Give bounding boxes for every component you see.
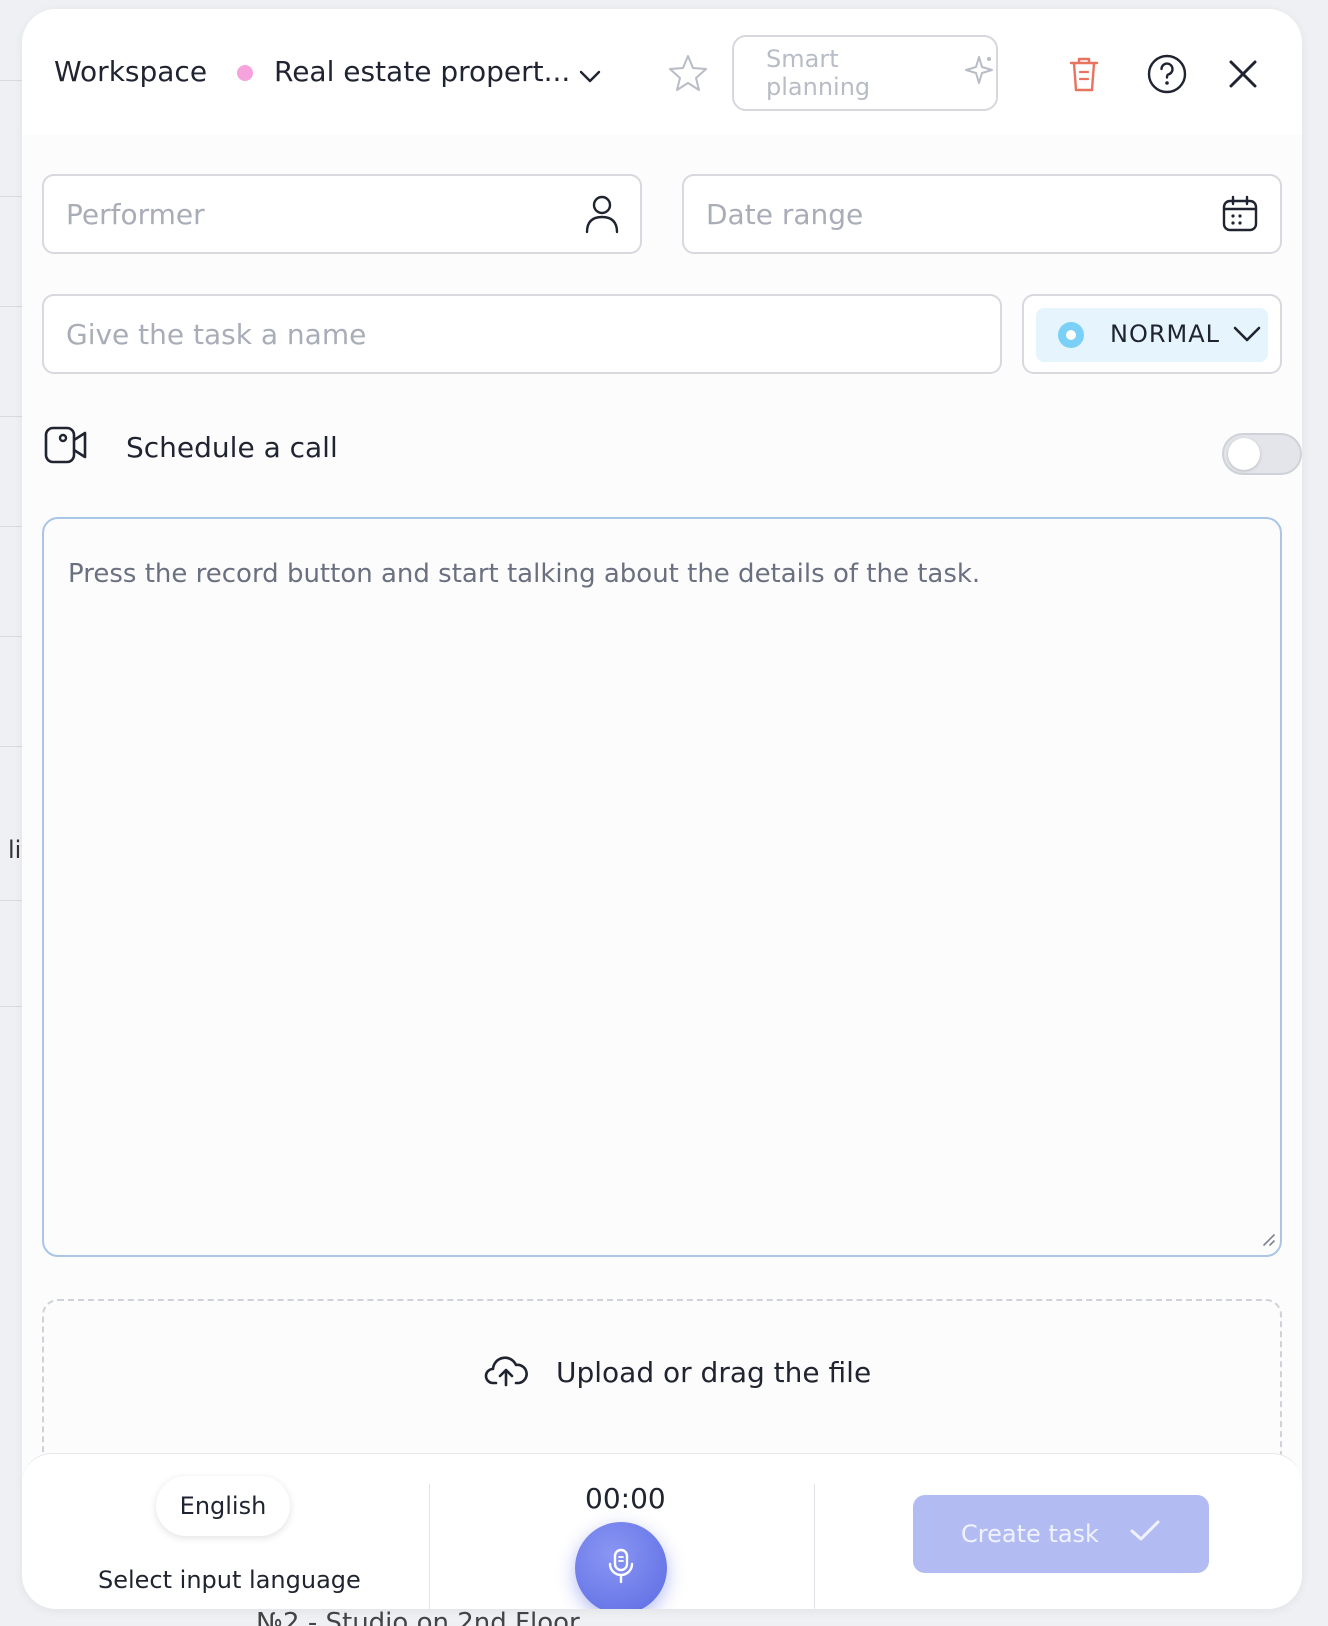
bg-divider (0, 900, 24, 901)
bg-divider (0, 636, 24, 637)
bg-divider (0, 526, 24, 527)
schedule-call-label: Schedule a call (126, 431, 338, 464)
create-task-modal: Workspace Real estate propert... Smart p… (22, 9, 1302, 1609)
schedule-call-row: Schedule a call (42, 419, 1302, 479)
bg-divider (0, 80, 24, 81)
microphone-icon (606, 1547, 636, 1589)
schedule-call-toggle[interactable] (1222, 433, 1302, 475)
priority-select[interactable]: NORMAL (1022, 294, 1282, 374)
task-details-textarea[interactable]: Press the record button and start talkin… (42, 517, 1282, 1257)
upload-label: Upload or drag the file (556, 1355, 872, 1389)
check-icon (1129, 1519, 1161, 1549)
workspace-label: Workspace (54, 55, 208, 88)
task-name-input[interactable]: Give the task a name (42, 294, 1002, 374)
date-range-field[interactable]: Date range (682, 174, 1282, 254)
cloud-upload-icon (484, 1353, 528, 1391)
star-icon[interactable] (667, 53, 709, 97)
bg-divider (0, 1006, 24, 1007)
priority-color-dot (1058, 322, 1084, 348)
bg-divider (0, 746, 24, 747)
task-details-placeholder: Press the record button and start talkin… (68, 559, 981, 589)
bg-divider (0, 416, 24, 417)
bg-edge-text: li (8, 836, 22, 864)
video-call-icon (44, 425, 88, 469)
trash-icon[interactable] (1068, 55, 1100, 97)
footer-divider (814, 1484, 815, 1609)
priority-label: NORMAL (1110, 320, 1221, 348)
modal-footer: English Select input language 00:00 Crea… (22, 1453, 1302, 1609)
priority-selected-option[interactable]: NORMAL (1036, 308, 1268, 362)
help-icon[interactable] (1146, 53, 1188, 99)
performer-placeholder: Performer (66, 198, 205, 231)
modal-header: Workspace Real estate propert... Smart p… (22, 9, 1302, 135)
workspace-color-dot (237, 65, 253, 81)
chevron-down-icon (1232, 324, 1262, 348)
language-select-button[interactable]: English (156, 1476, 290, 1536)
upload-prompt: Upload or drag the file (484, 1353, 871, 1391)
task-name-placeholder: Give the task a name (66, 318, 367, 351)
record-button[interactable] (575, 1522, 667, 1609)
bg-divider (0, 196, 24, 197)
toggle-knob (1228, 438, 1260, 470)
user-icon (584, 194, 620, 238)
smart-planning-label: Smart planning (766, 45, 871, 101)
performer-field[interactable]: Performer (42, 174, 642, 254)
workspace-selector[interactable]: Real estate propert... (274, 55, 570, 88)
recording-timer: 00:00 (585, 1482, 666, 1515)
language-caption: Select input language (98, 1566, 361, 1594)
bg-list-item-title: №2 - Studio on 2nd Floor (256, 1608, 580, 1626)
resize-grip-icon[interactable] (1260, 1231, 1276, 1251)
chevron-down-icon[interactable] (578, 69, 602, 89)
sparkle-icon (962, 53, 996, 93)
bg-divider (0, 306, 24, 307)
footer-divider (429, 1484, 430, 1609)
create-task-label: Create task (961, 1520, 1099, 1548)
calendar-icon (1220, 194, 1260, 238)
create-task-button[interactable]: Create task (913, 1495, 1209, 1573)
close-icon[interactable] (1228, 59, 1258, 93)
date-range-placeholder: Date range (706, 198, 864, 231)
smart-planning-button[interactable]: Smart planning (732, 35, 998, 111)
